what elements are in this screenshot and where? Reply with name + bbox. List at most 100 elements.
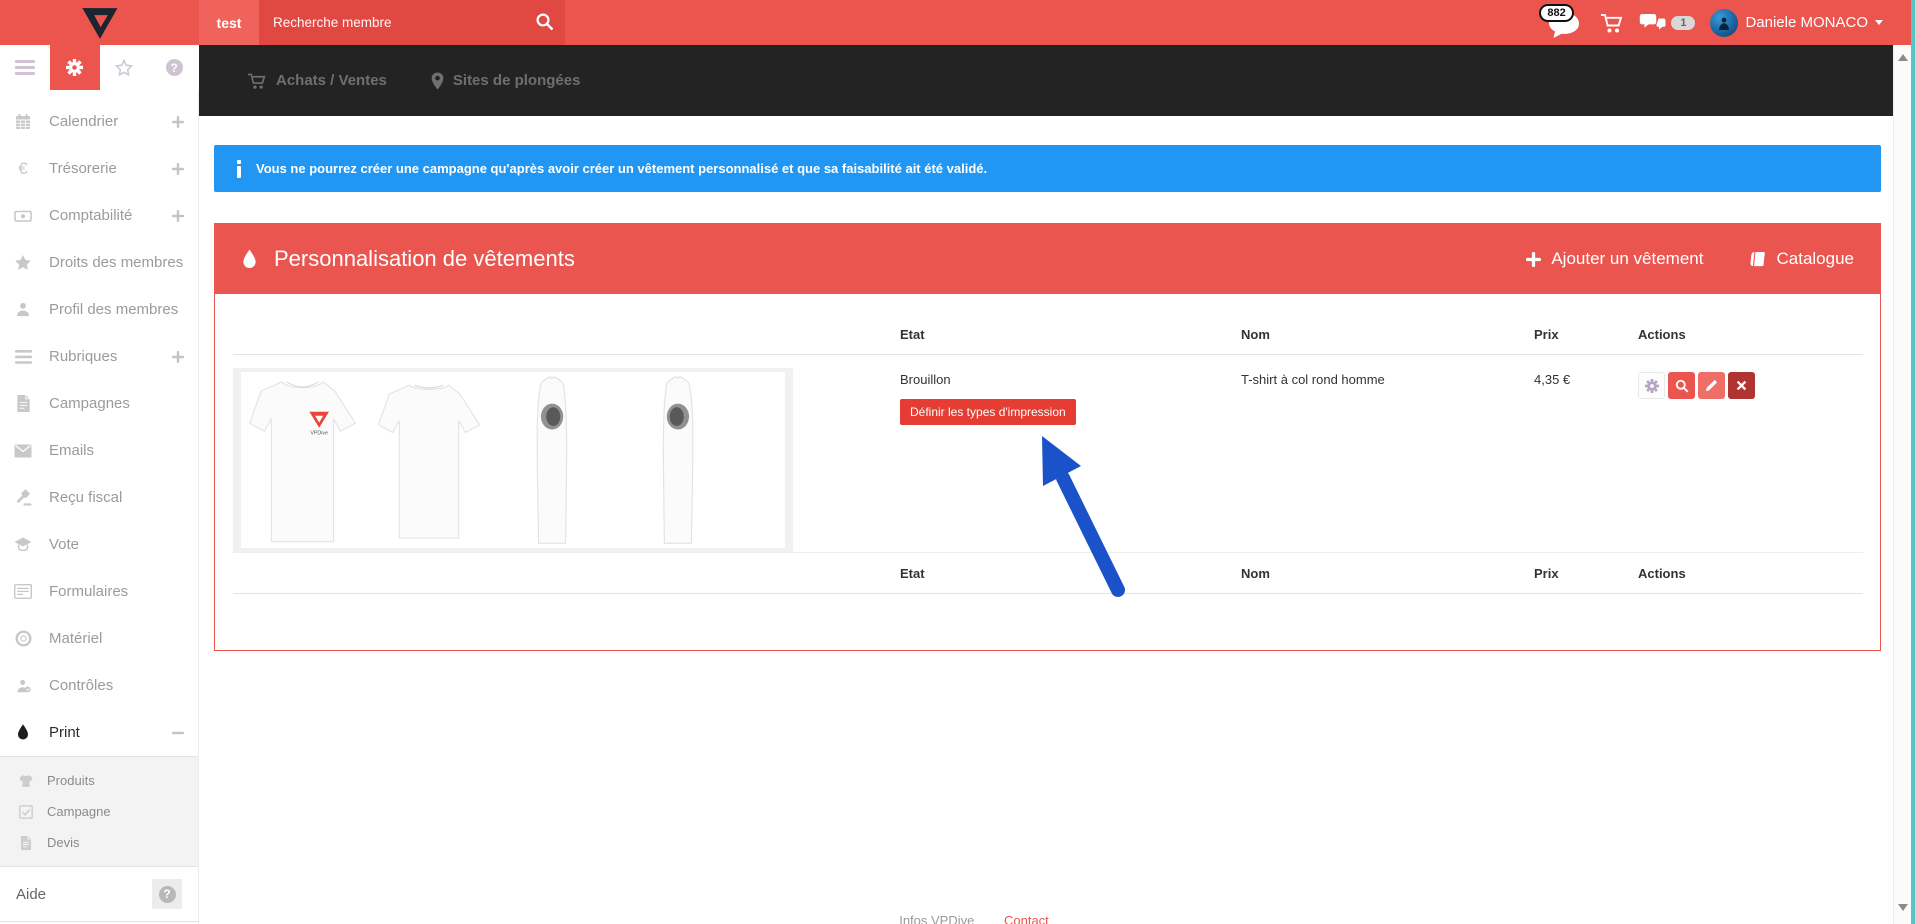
user-menu[interactable]: Daniele MONACO	[1710, 9, 1883, 37]
add-garment-label: Ajouter un vêtement	[1551, 249, 1703, 269]
envelope-icon	[14, 442, 32, 460]
print-submenu: Produits Campagne Devis	[0, 756, 198, 867]
expand-plus-icon[interactable]	[172, 163, 184, 175]
magnifier-icon	[1675, 379, 1689, 393]
sidebar-item-rubriques[interactable]: Rubriques	[0, 333, 198, 380]
expand-plus-icon[interactable]	[172, 351, 184, 363]
define-print-types-button[interactable]: Définir les types d'impression	[900, 399, 1076, 425]
gear-icon	[66, 59, 83, 76]
messages-button[interactable]: 1	[1639, 13, 1695, 33]
submenu-item-campagne[interactable]: Campagne	[0, 796, 198, 827]
tshirt-front-image: VPDive	[245, 372, 360, 548]
app-header: test 882 1	[0, 0, 1911, 45]
sidebar-item-recu-fiscal[interactable]: Reçu fiscal	[0, 474, 198, 521]
sidebar-item-label: Trésorerie	[49, 160, 172, 177]
map-pin-icon	[431, 72, 444, 90]
sidebar-item-droits-des-membres[interactable]: Droits des membres	[0, 239, 198, 286]
delete-action-button[interactable]	[1728, 372, 1755, 399]
personnalisation-panel: Personnalisation de vêtements Ajouter un…	[214, 223, 1881, 651]
submenu-item-produits[interactable]: Produits	[0, 765, 198, 796]
avatar	[1710, 9, 1738, 37]
tab-favorites[interactable]	[100, 45, 150, 90]
product-logo-text: VPDive	[310, 431, 328, 437]
book-icon	[1749, 251, 1766, 268]
star-icon	[14, 254, 32, 272]
search-icon[interactable]	[535, 12, 555, 32]
notifications-button[interactable]: 882	[1539, 6, 1585, 40]
scroll-up-arrow-icon[interactable]	[1898, 54, 1908, 61]
edit-action-button[interactable]	[1698, 372, 1725, 399]
sidebar-item-controles[interactable]: Contrôles	[0, 662, 198, 709]
cart-button[interactable]	[1600, 12, 1624, 34]
nav-tab-sites-plongees[interactable]: Sites de plongées	[431, 72, 581, 90]
sidebar-item-print[interactable]: Print	[0, 709, 198, 756]
column-header-etat: Etat	[900, 327, 1241, 355]
sidebar-item-profil-des-membres[interactable]: Profil des membres	[0, 286, 198, 333]
sidebar-item-label: Print	[49, 724, 172, 741]
sidebar-item-calendrier[interactable]: Calendrier	[0, 98, 198, 145]
sidebar-item-emails[interactable]: Emails	[0, 427, 198, 474]
sidebar-item-label: Matériel	[49, 630, 184, 647]
column-footer-etat: Etat	[900, 553, 1241, 594]
gear-icon	[1645, 379, 1659, 393]
sidebar: Calendrier € Trésorerie Comptabilité Dro…	[0, 90, 199, 924]
sidebar-item-label: Vote	[49, 536, 184, 553]
prix-cell: 4,35 €	[1534, 355, 1638, 553]
sidebar-tabs: ?	[0, 45, 199, 90]
submenu-item-label: Devis	[47, 835, 180, 850]
graduation-cap-icon	[14, 536, 32, 554]
sidebar-item-campagnes[interactable]: Campagnes	[0, 380, 198, 427]
plus-icon	[1526, 252, 1541, 267]
tab-settings[interactable]	[50, 45, 100, 90]
product-images[interactable]: VPDive	[233, 368, 793, 552]
panel-title-block: Personnalisation de vêtements	[241, 246, 1526, 272]
vertical-scrollbar[interactable]	[1893, 45, 1911, 924]
sidebar-item-label: Campagnes	[49, 395, 184, 412]
help-row: Aide ?	[0, 867, 198, 922]
table-footer-row: Etat Nom Prix Actions	[233, 553, 1863, 594]
column-footer-nom: Nom	[1241, 553, 1534, 594]
brand-logo[interactable]	[0, 0, 199, 45]
footer-contact-link[interactable]: Contact	[1004, 913, 1049, 924]
product-images-cell: VPDive	[233, 355, 900, 553]
sidebar-item-label: Reçu fiscal	[49, 489, 184, 506]
catalog-button[interactable]: Catalogue	[1749, 249, 1854, 269]
cart-icon	[247, 72, 267, 90]
tab-menu[interactable]	[0, 45, 50, 90]
view-action-button[interactable]	[1668, 372, 1695, 399]
environment-label[interactable]: test	[199, 0, 259, 45]
tab-help[interactable]: ?	[149, 45, 199, 90]
collapse-minus-icon[interactable]	[172, 727, 184, 739]
sidebar-item-comptabilite[interactable]: Comptabilité	[0, 192, 198, 239]
nom-cell: T-shirt à col rond homme	[1241, 355, 1534, 553]
search-input[interactable]	[259, 0, 565, 45]
nav-tab-achats-ventes[interactable]: Achats / Ventes	[247, 72, 387, 90]
scroll-down-arrow-icon[interactable]	[1898, 904, 1908, 911]
expand-plus-icon[interactable]	[172, 210, 184, 222]
sidebar-item-formulaires[interactable]: Formulaires	[0, 568, 198, 615]
document-icon	[14, 395, 32, 413]
actions-cell	[1638, 355, 1863, 553]
submenu-item-devis[interactable]: Devis	[0, 827, 198, 858]
star-icon	[115, 59, 133, 77]
submenu-item-label: Produits	[47, 773, 180, 788]
sidebar-item-tresorerie[interactable]: € Trésorerie	[0, 145, 198, 192]
column-footer-prix: Prix	[1534, 553, 1638, 594]
column-footer-image	[233, 553, 900, 594]
settings-action-button[interactable]	[1638, 372, 1665, 399]
document-icon	[18, 835, 33, 850]
page-footer: Infos VPDive Contact	[199, 913, 1749, 924]
help-button[interactable]: ?	[152, 879, 182, 909]
sidebar-item-label: Formulaires	[49, 583, 184, 600]
sidebar-item-label: Emails	[49, 442, 184, 459]
sidebar-item-label: Droits des membres	[49, 254, 184, 271]
droplet-icon	[241, 249, 258, 270]
sidebar-item-vote[interactable]: Vote	[0, 521, 198, 568]
expand-plus-icon[interactable]	[172, 116, 184, 128]
nav-tab-label: Achats / Ventes	[276, 72, 387, 89]
user-name-label: Daniele MONACO	[1745, 14, 1868, 31]
member-search	[259, 0, 565, 45]
garments-table: Etat Nom Prix Actions	[233, 327, 1863, 594]
add-garment-button[interactable]: Ajouter un vêtement	[1526, 249, 1703, 269]
sidebar-item-materiel[interactable]: Matériel	[0, 615, 198, 662]
